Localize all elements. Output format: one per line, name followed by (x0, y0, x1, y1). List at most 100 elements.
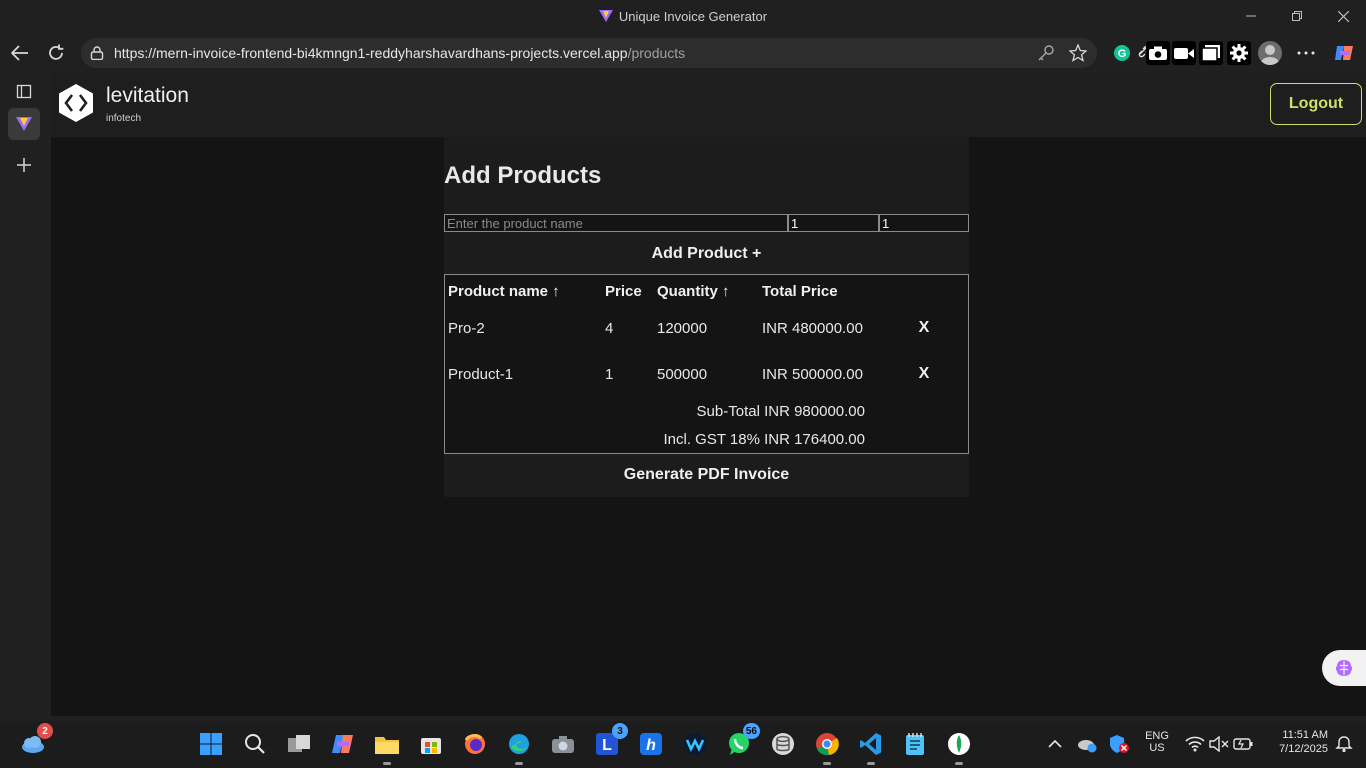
app-header: levitation infotech Logout (51, 73, 1366, 137)
new-tab-button[interactable] (8, 149, 40, 181)
window-titlebar: Unique Invoice Generator (0, 0, 1366, 33)
mongodb-compass-button[interactable] (944, 729, 974, 765)
task-view-icon (288, 735, 310, 752)
edge-button[interactable] (504, 729, 534, 765)
copilot-button[interactable] (1332, 41, 1356, 65)
vscode-icon (860, 733, 881, 755)
h-app-button[interactable]: h (636, 729, 666, 759)
gear-icon (1230, 44, 1248, 62)
mongodb-icon (948, 733, 970, 755)
calendar-l-app-button[interactable]: L 3 (592, 723, 628, 759)
firefox-button[interactable] (460, 729, 490, 759)
url-host: https://mern-invoice-frontend-bi4kmngn1-… (114, 45, 628, 61)
tab-unique-invoice-generator[interactable] (8, 108, 40, 140)
row-product-name: Pro-2 (448, 320, 485, 337)
window-title: Unique Invoice Generator (618, 9, 768, 24)
row-total-price: INR 500000.00 (762, 366, 863, 383)
copy-extension[interactable] (1199, 41, 1223, 65)
vscode-button[interactable] (856, 729, 886, 765)
notepad-icon (906, 733, 924, 755)
security-tray-button[interactable] (1104, 729, 1134, 759)
notifications-button[interactable] (1329, 729, 1359, 759)
folder-icon (375, 737, 399, 754)
vertical-tabs-sidebar (0, 73, 51, 721)
chrome-button[interactable] (812, 729, 842, 765)
header-quantity[interactable]: Quantity ↑ (657, 283, 730, 300)
address-bar[interactable]: https://mern-invoice-frontend-bi4kmngn1-… (81, 38, 1097, 68)
running-indicator (515, 762, 523, 765)
battery-button[interactable] (1228, 729, 1258, 759)
running-indicator (955, 762, 963, 765)
add-products-panel: Add Products Add Product + Product name … (444, 137, 969, 497)
vite-tab-icon (16, 117, 32, 131)
l-app-badge: 3 (612, 723, 628, 739)
camera-icon (1149, 46, 1167, 60)
onedrive-tray-button[interactable] (1072, 729, 1102, 759)
svg-text:h: h (646, 737, 656, 754)
language-indicator[interactable]: ENG US (1140, 730, 1174, 754)
chevron-up-icon (1048, 739, 1062, 748)
logout-button[interactable]: Logout (1270, 83, 1362, 125)
language-code: ENG (1145, 730, 1169, 742)
subtotal-text: Sub-Total INR 980000.00 (696, 403, 865, 420)
weather-widget[interactable]: 2 (17, 723, 53, 759)
page-title: Add Products (444, 162, 602, 189)
store-icon (421, 738, 441, 754)
url-text[interactable]: https://mern-invoice-frontend-bi4kmngn1-… (114, 45, 685, 61)
whatsapp-button[interactable]: 56 (724, 723, 760, 759)
star-icon[interactable] (1069, 44, 1087, 62)
screenshot-extension[interactable] (1146, 41, 1170, 65)
lock-icon (90, 46, 104, 60)
copilot-icon (1335, 46, 1353, 60)
tab-actions-button[interactable] (8, 75, 40, 107)
camera-app-button[interactable] (548, 729, 578, 759)
back-icon (11, 45, 28, 61)
running-indicator (823, 762, 831, 765)
start-button[interactable] (196, 729, 226, 759)
remove-row-button[interactable]: X (904, 313, 944, 343)
webex-button[interactable] (680, 729, 710, 759)
video-icon (1174, 48, 1194, 59)
generate-pdf-button[interactable]: Generate PDF Invoice (444, 462, 969, 488)
show-hidden-icons-button[interactable] (1040, 729, 1070, 759)
header-total-price: Total Price (762, 283, 838, 300)
database-app-button[interactable] (768, 729, 798, 759)
minimize-button[interactable] (1228, 4, 1274, 28)
running-indicator (867, 762, 875, 765)
edge-icon (509, 734, 529, 754)
store-button[interactable] (416, 729, 446, 759)
header-product-name[interactable]: Product name ↑ (448, 283, 560, 300)
assistant-float-button[interactable] (1322, 650, 1366, 686)
back-button[interactable] (6, 39, 34, 67)
file-explorer-button[interactable] (372, 729, 402, 765)
profile-avatar[interactable] (1258, 41, 1282, 65)
products-table: Product name ↑ Price Quantity ↑ Total Pr… (444, 274, 969, 454)
task-view-button[interactable] (284, 729, 314, 759)
grammarly-extension[interactable]: G (1110, 41, 1134, 65)
restore-button[interactable] (1274, 4, 1320, 28)
brand-name: levitation (106, 84, 189, 107)
product-quantity-input[interactable] (879, 214, 969, 232)
product-price-input[interactable] (788, 214, 879, 232)
refresh-button[interactable] (42, 39, 70, 67)
add-product-button[interactable]: Add Product + (444, 241, 969, 267)
copilot-taskbar-button[interactable] (328, 729, 358, 759)
windows-taskbar: 2 L 3 h 56 ENG US 11:51 AM 7/12/2025 (0, 721, 1366, 768)
window-title-area: Unique Invoice Generator (0, 9, 1366, 24)
remove-row-button[interactable]: X (904, 359, 944, 389)
settings-extension[interactable] (1227, 41, 1251, 65)
clock[interactable]: 11:51 AM 7/12/2025 (1262, 729, 1328, 755)
clock-time: 11:51 AM (1282, 729, 1328, 741)
recorder-extension[interactable] (1172, 41, 1196, 65)
more-menu-button[interactable] (1294, 41, 1318, 65)
search-button[interactable] (240, 729, 270, 759)
header-price: Price (605, 283, 642, 300)
close-window-button[interactable] (1320, 4, 1366, 28)
product-name-input[interactable] (444, 214, 788, 232)
chrome-icon (816, 733, 839, 756)
notepad-button[interactable] (900, 729, 930, 759)
tabs-icon (16, 84, 32, 99)
refresh-icon (49, 44, 64, 60)
key-icon[interactable] (1037, 44, 1055, 62)
h-app-icon: h (640, 733, 662, 755)
